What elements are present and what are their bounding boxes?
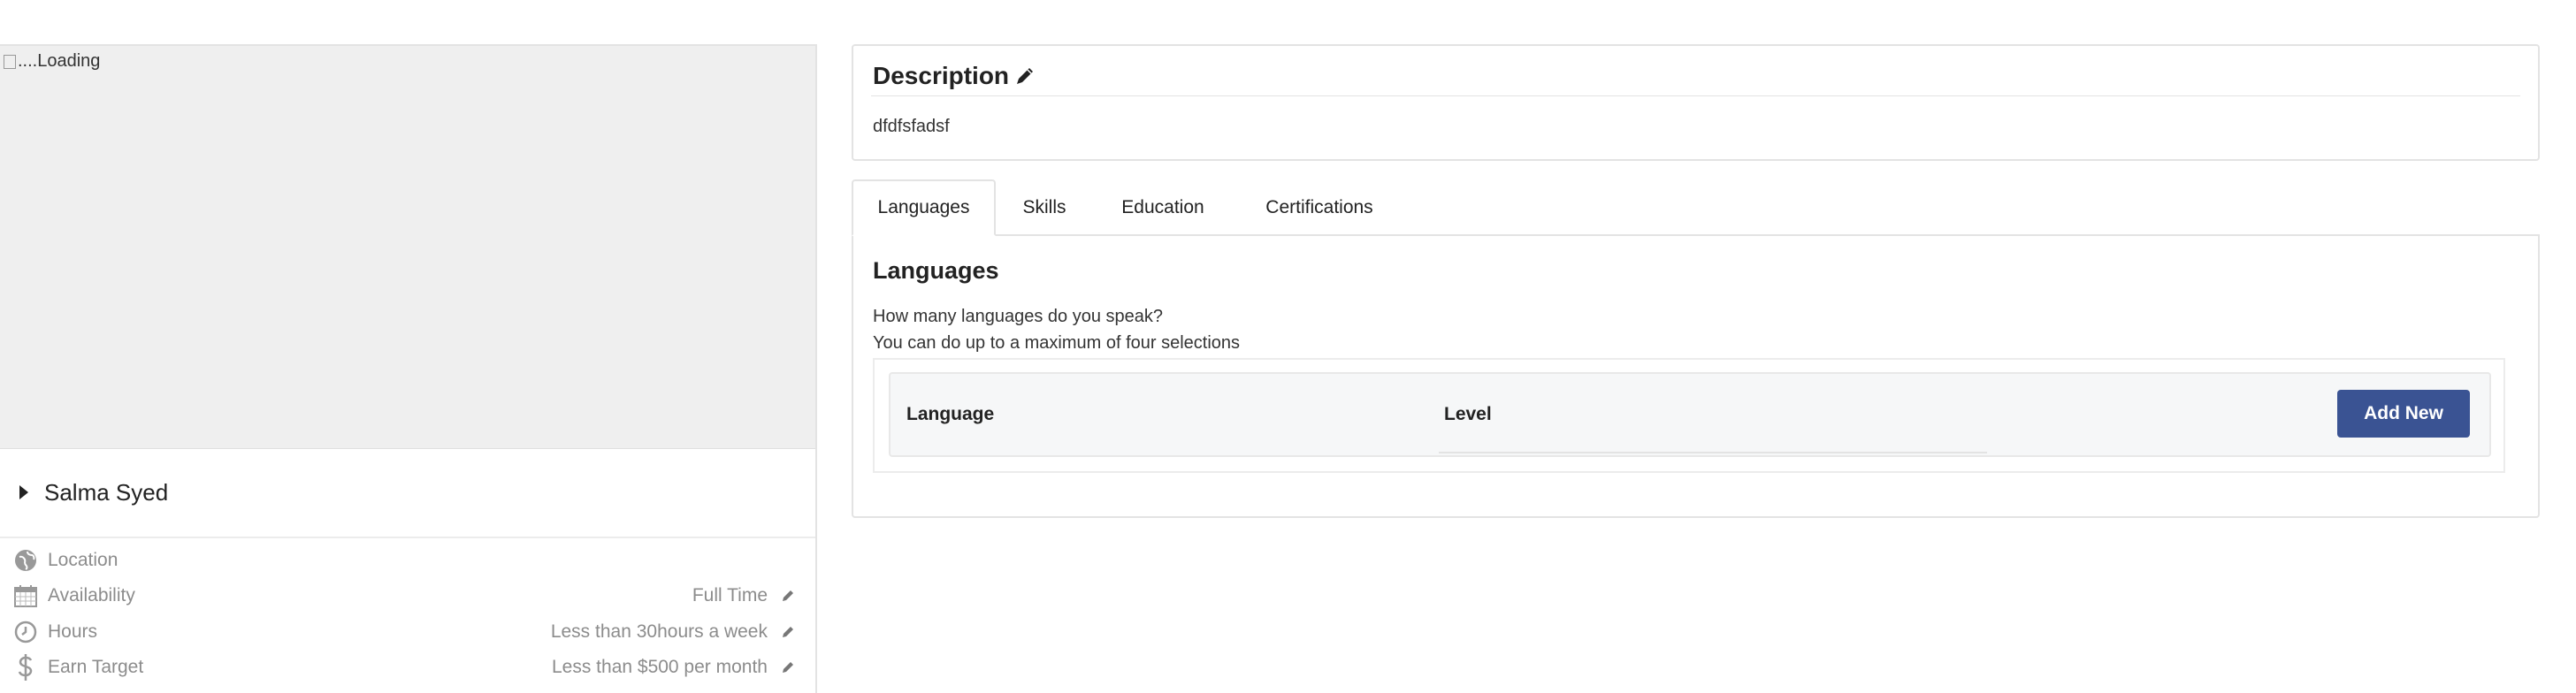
description-header: Description [873,62,1036,90]
description-text: dfdfsfadsf [873,117,950,136]
tab-label: Skills [1022,197,1066,217]
info-value: Full Time [692,585,768,605]
globe-icon [12,547,39,574]
profile-name: Salma Syed [44,478,169,506]
calendar-icon [12,583,39,609]
info-label: Hours [48,621,98,642]
languages-question: How many languages do you speak? [873,307,1163,326]
clock-icon [12,619,39,645]
photo-alt-text: ....Loading [18,51,101,71]
info-value: Less than $500 per month [551,657,768,677]
tab-label: Languages [877,197,970,217]
tabs-bar: Languages Skills Education Certification… [852,179,2540,236]
info-row-location: Location [0,543,815,578]
profile-photo: ....Loading [0,46,815,449]
add-new-button[interactable]: Add New [2337,390,2470,438]
languages-table-wrapper: Language Level Add New [873,358,2505,473]
info-label: Availability [48,585,135,605]
pencil-icon[interactable] [778,586,798,605]
info-row-earn-target: Earn Target Less than $500 per month [0,650,815,685]
tab-certifications[interactable]: Certifications [1233,179,1406,236]
tab-languages[interactable]: Languages [852,179,996,236]
info-label: Location [48,550,118,570]
info-label: Earn Target [48,657,144,677]
tab-education[interactable]: Education [1093,179,1233,236]
dollar-icon [12,654,39,681]
panel-title: Languages [873,257,999,284]
caret-right-icon [19,485,28,499]
info-row-hours: Hours Less than 30hours a week [0,614,815,650]
tab-label: Certifications [1265,197,1373,217]
divider [1439,452,1987,453]
column-header-level: Level [1444,404,1492,424]
description-card: Description dfdfsfadsf [852,44,2540,161]
column-header-language: Language [906,404,995,424]
pencil-icon[interactable] [1014,65,1036,87]
tab-skills[interactable]: Skills [996,179,1093,236]
profile-card: ....Loading Salma Syed Location Availabi… [0,44,817,693]
info-value: Less than 30hours a week [550,621,768,642]
pencil-icon[interactable] [778,658,798,677]
languages-panel: Languages How many languages do you spea… [852,234,2540,518]
description-title: Description [873,62,1010,89]
info-row-availability: Availability Full Time [0,578,815,613]
broken-image-icon [4,54,16,69]
pencil-icon[interactable] [778,622,798,642]
divider [871,95,2520,96]
languages-table: Language Level Add New [889,372,2491,457]
languages-hint: You can do up to a maximum of four selec… [873,333,1241,353]
broken-image: ....Loading [4,51,100,72]
tab-label: Education [1121,197,1204,217]
profile-name-toggle[interactable]: Salma Syed [0,448,815,538]
